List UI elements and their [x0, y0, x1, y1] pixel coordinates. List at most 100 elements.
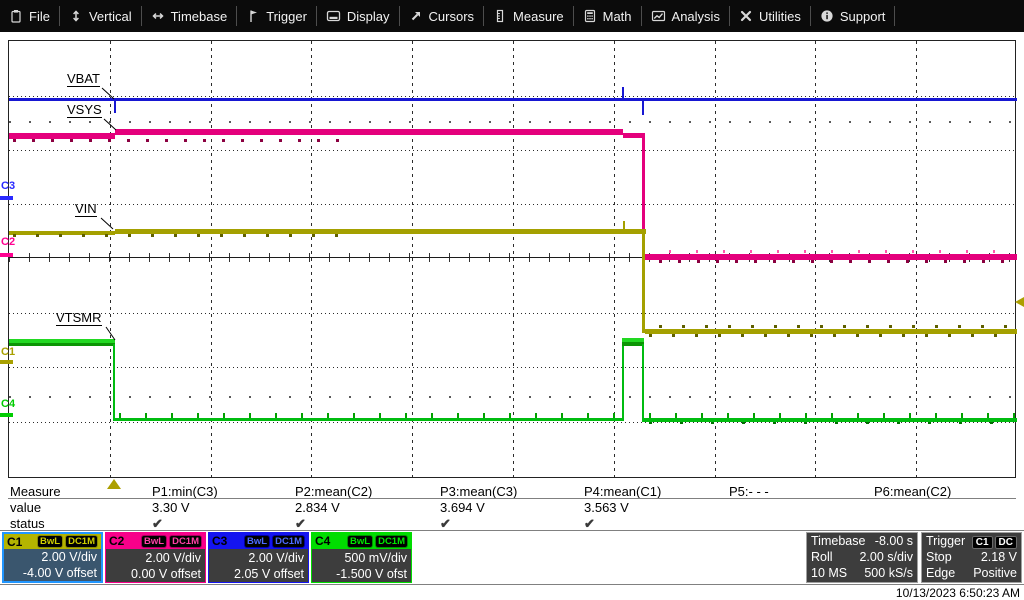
trigger-position-marker[interactable] [107, 479, 121, 489]
channel-marker-c2[interactable] [0, 253, 13, 257]
channel-offset: 0.00 V offset [131, 566, 201, 582]
menu-item-label: Cursors [429, 9, 475, 24]
channel-scale: 2.00 V/div [41, 549, 97, 565]
channel-box-header: C2 BwL DC1M [106, 533, 205, 549]
channel-offset: -4.00 V offset [23, 565, 97, 581]
channel-id: C3 [212, 534, 227, 548]
channel-id: C4 [315, 534, 330, 548]
measure-header-divider [8, 498, 1016, 499]
menu-bar: File Vertical Timebase Trigger Display C… [0, 0, 1024, 32]
measure-column-p3[interactable]: P3:mean(C3) 3.694 V ✔ [440, 484, 580, 532]
channel-box-c3[interactable]: C3 BwL DC1M 2.00 V/div 2.05 V offset [208, 532, 309, 583]
bandwidth-limit-badge: BwL [37, 535, 63, 548]
timebase-mode: Roll [811, 550, 833, 565]
menu-item-file[interactable]: File [0, 0, 59, 32]
channel-marker-label-c2: C2 [1, 237, 15, 248]
channel-scale: 2.00 V/div [145, 550, 201, 566]
menu-item-cursors[interactable]: Cursors [400, 0, 484, 32]
timebase-scale: 2.00 s/div [859, 550, 913, 565]
channel-offset: -1.500 V ofst [336, 566, 407, 582]
info-icon [820, 9, 834, 23]
menu-item-support[interactable]: Support [811, 0, 895, 32]
file-icon [9, 9, 23, 23]
timebase-position: -8.00 s [875, 534, 913, 549]
coupling-badge: DC1M [169, 535, 202, 548]
channel-box-header: C3 BwL DC1M [209, 533, 308, 549]
measure-value: 3.30 V [152, 500, 292, 516]
measure-value [729, 500, 869, 516]
channel-box-c1[interactable]: C1 BwL DC1M 2.00 V/div -4.00 V offset [2, 532, 103, 583]
vertical-arrows-icon [69, 9, 83, 23]
measure-value: 2.834 V [295, 500, 435, 516]
channel-marker-c3[interactable] [0, 196, 13, 200]
channel-marker-label-c1: C1 [1, 347, 15, 358]
measure-column-p4[interactable]: P4:mean(C1) 3.563 V ✔ [584, 484, 724, 532]
channel-box-c2[interactable]: C2 BwL DC1M 2.00 V/div 0.00 V offset [105, 532, 206, 583]
measure-value [874, 500, 1014, 516]
channel-box-body: 2.00 V/div 2.05 V offset [209, 549, 308, 582]
timebase-box[interactable]: Timebase -8.00 s Roll 2.00 s/div 10 MS 5… [806, 532, 918, 583]
menu-item-trigger[interactable]: Trigger [237, 0, 316, 32]
channel-marker-c4[interactable] [0, 413, 13, 417]
channel-marker-label-c3: C3 [1, 181, 15, 192]
menu-item-math[interactable]: Math [574, 0, 641, 32]
waveform-display[interactable]: VBAT VSYS VIN VTSMR [8, 40, 1016, 478]
channel-id: C1 [7, 535, 22, 549]
bandwidth-limit-badge: BwL [244, 535, 270, 548]
chart-line-icon [651, 9, 666, 23]
channel-box-c4[interactable]: C4 BwL DC1M 500 mV/div -1.500 V ofst [311, 532, 412, 583]
timebase-rate: 500 kS/s [864, 566, 913, 581]
timebase-samples: 10 MS [811, 566, 847, 581]
menu-item-label: Vertical [89, 9, 132, 24]
trigger-type: Edge [926, 566, 955, 581]
trigger-source-badge: C1 [972, 536, 993, 549]
measure-value: 3.563 V [584, 500, 724, 516]
menu-item-label: Analysis [672, 9, 720, 24]
menu-item-measure[interactable]: Measure [484, 0, 573, 32]
section-divider [0, 530, 1024, 531]
trigger-mode: Stop [926, 550, 952, 565]
menu-item-timebase[interactable]: Timebase [142, 0, 237, 32]
trigger-slope: Positive [973, 566, 1017, 581]
annotation-callouts [9, 41, 1017, 479]
measure-value: 3.694 V [440, 500, 580, 516]
channel-marker-c1[interactable] [0, 360, 13, 364]
measure-column-p6[interactable]: P6:mean(C2) [874, 484, 1014, 532]
trigger-flag-icon [246, 9, 260, 23]
menu-item-label: File [29, 9, 50, 24]
coupling-badge: DC1M [65, 535, 98, 548]
measure-row-header: value [10, 500, 61, 516]
coupling-badge: DC1M [375, 535, 408, 548]
oscilloscope-screen: File Vertical Timebase Trigger Display C… [0, 0, 1024, 600]
channel-box-header: C4 BwL DC1M [312, 533, 411, 549]
bandwidth-limit-badge: BwL [141, 535, 167, 548]
channel-marker-label-c4: C4 [1, 399, 15, 410]
channel-box-body: 500 mV/div -1.500 V ofst [312, 549, 411, 582]
menu-item-vertical[interactable]: Vertical [60, 0, 141, 32]
menu-item-label: Display [347, 9, 390, 24]
channel-box-body: 2.00 V/div 0.00 V offset [106, 549, 205, 582]
horizontal-arrows-icon [151, 9, 165, 23]
measure-column-p2[interactable]: P2:mean(C2) 2.834 V ✔ [295, 484, 435, 532]
menu-item-analysis[interactable]: Analysis [642, 0, 729, 32]
menu-separator [894, 6, 895, 26]
channel-offset: 2.05 V offset [234, 566, 304, 582]
menu-item-display[interactable]: Display [317, 0, 399, 32]
trigger-box[interactable]: Trigger C1DC Stop 2.18 V Edge Positive [921, 532, 1022, 583]
menu-item-label: Measure [513, 9, 564, 24]
menu-item-utilities[interactable]: Utilities [730, 0, 810, 32]
channel-box-body: 2.00 V/div -4.00 V offset [4, 549, 101, 581]
ruler-icon [493, 9, 507, 23]
coupling-badge: DC1M [272, 535, 305, 548]
measure-column-p1[interactable]: P1:min(C3) 3.30 V ✔ [152, 484, 292, 532]
menu-item-label: Support [840, 9, 886, 24]
annotation-vtsmr: VTSMR [56, 311, 102, 326]
system-timestamp: 10/13/2023 6:50:23 AM [896, 586, 1020, 600]
trigger-level-marker[interactable] [1015, 297, 1024, 307]
channel-id: C2 [109, 534, 124, 548]
channel-box-header: C1 BwL DC1M [4, 534, 101, 549]
timebase-title: Timebase [811, 534, 865, 549]
measure-column-p5[interactable]: P5:- - - [729, 484, 869, 532]
cursor-arrow-icon [409, 9, 423, 23]
menu-item-label: Math [603, 9, 632, 24]
